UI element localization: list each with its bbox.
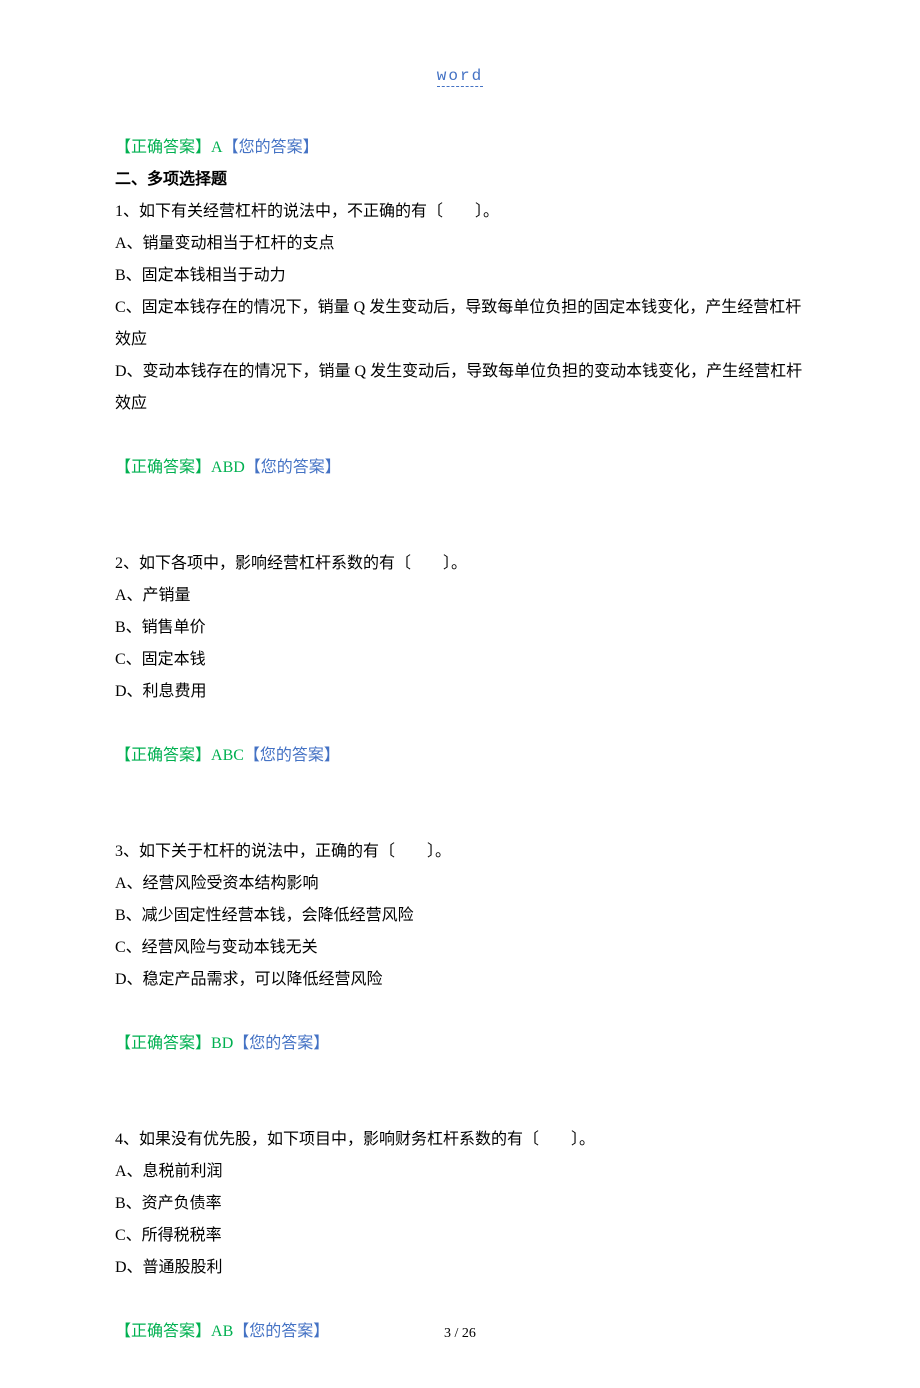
- option: B、资产负债率: [115, 1188, 805, 1220]
- option: C、固定本钱: [115, 644, 805, 676]
- option: D、变动本钱存在的情况下，销量 Q 发生变动后，导致每单位负担的变动本钱变化，产…: [115, 356, 805, 420]
- option: D、利息费用: [115, 676, 805, 708]
- your-answer-label: 【您的答案】: [245, 459, 341, 476]
- question-stem: 4、如果没有优先股，如下项目中，影响财务杠杆系数的有〔 〕。: [115, 1124, 805, 1156]
- prev-answer-line: 【正确答案】A【您的答案】: [115, 132, 805, 164]
- correct-answer-value: A: [211, 139, 223, 156]
- correct-answer-value: ABD: [211, 459, 245, 476]
- correct-answer-label: 【正确答案】: [115, 459, 211, 476]
- correct-answer-value: BD: [211, 1035, 233, 1052]
- section-title: 二、多项选择题: [115, 164, 805, 196]
- answer-line: 【正确答案】ABD【您的答案】: [115, 452, 805, 484]
- header-text: word: [437, 67, 483, 87]
- option: A、经营风险受资本结构影响: [115, 868, 805, 900]
- option: C、固定本钱存在的情况下，销量 Q 发生变动后，导致每单位负担的固定本钱变化，产…: [115, 292, 805, 356]
- option: B、固定本钱相当于动力: [115, 260, 805, 292]
- your-answer-label: 【您的答案】: [244, 747, 340, 764]
- your-answer-label: 【您的答案】: [223, 139, 319, 156]
- correct-answer-label: 【正确答案】: [115, 139, 211, 156]
- option: C、经营风险与变动本钱无关: [115, 932, 805, 964]
- your-answer-label: 【您的答案】: [233, 1035, 329, 1052]
- page-header: word: [115, 60, 805, 92]
- option: C、所得税税率: [115, 1220, 805, 1252]
- option: A、销量变动相当于杠杆的支点: [115, 228, 805, 260]
- correct-answer-value: ABC: [211, 747, 244, 764]
- question-stem: 2、如下各项中，影响经营杠杆系数的有〔 〕。: [115, 548, 805, 580]
- option: D、普通股股利: [115, 1252, 805, 1284]
- answer-line: 【正确答案】BD【您的答案】: [115, 1028, 805, 1060]
- option: A、产销量: [115, 580, 805, 612]
- question-stem: 1、如下有关经营杠杆的说法中，不正确的有〔 〕。: [115, 196, 805, 228]
- option: A、息税前利润: [115, 1156, 805, 1188]
- option: B、减少固定性经营本钱，会降低经营风险: [115, 900, 805, 932]
- page-footer: 3 / 26: [0, 1320, 920, 1348]
- answer-line: 【正确答案】ABC【您的答案】: [115, 740, 805, 772]
- correct-answer-label: 【正确答案】: [115, 747, 211, 764]
- option: B、销售单价: [115, 612, 805, 644]
- option: D、稳定产品需求，可以降低经营风险: [115, 964, 805, 996]
- correct-answer-label: 【正确答案】: [115, 1035, 211, 1052]
- question-stem: 3、如下关于杠杆的说法中，正确的有〔 〕。: [115, 836, 805, 868]
